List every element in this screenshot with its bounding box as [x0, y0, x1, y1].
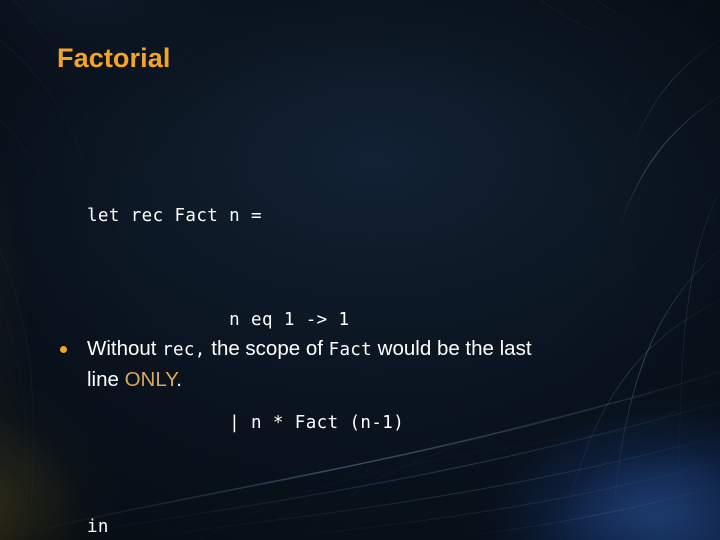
code-line: let rec Fact n =: [87, 206, 262, 226]
bullet-segment-text: Without: [87, 337, 163, 360]
list-item: Without rec, the scope of Fact would be …: [60, 334, 620, 394]
slide-content: Factorial let rec Fact n = n eq 1 -> 1 |…: [0, 0, 720, 540]
bullet-segment-text: the scope of: [205, 337, 329, 360]
code-line: in: [87, 516, 109, 537]
bullet-text: Without rec, the scope of Fact would be …: [87, 334, 557, 394]
bullet-segment-text: .: [176, 368, 182, 391]
page-title: Factorial: [57, 43, 171, 73]
bullet-segment-mono-rec: rec,: [162, 340, 206, 360]
code-line: | n * Fact (n-1): [87, 413, 405, 433]
bullet-segment-emphasis-only: ONLY: [124, 368, 177, 391]
code-line: n eq 1 -> 1: [87, 309, 350, 330]
bullet-dot-icon: [60, 346, 67, 353]
bullet-segment-mono-fact: Fact: [328, 340, 372, 360]
slide-canvas: Factorial let rec Fact n = n eq 1 -> 1 |…: [0, 0, 720, 540]
